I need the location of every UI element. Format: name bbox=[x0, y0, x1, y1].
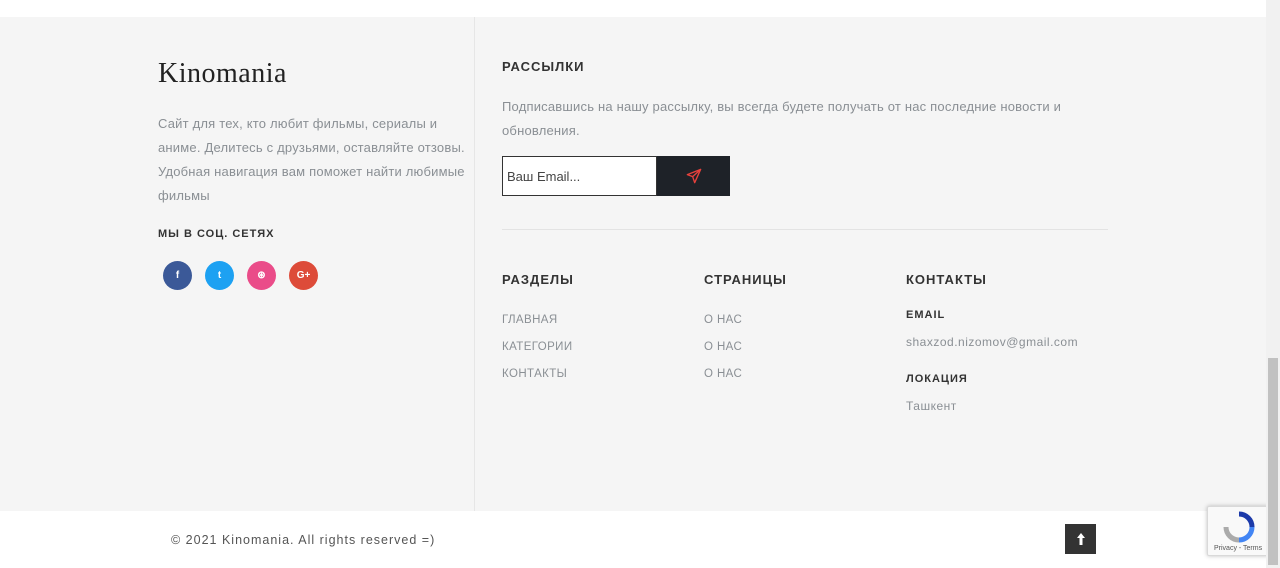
recaptcha-label[interactable]: Privacy - Terms bbox=[1214, 545, 1262, 552]
recaptcha-icon bbox=[1223, 511, 1255, 543]
contacts-location-value: Ташкент bbox=[906, 399, 957, 413]
scroll-to-top-button[interactable] bbox=[1065, 524, 1096, 554]
google-plus-icon[interactable]: G+ bbox=[289, 261, 318, 290]
pages-link-about-1[interactable]: О НАС bbox=[704, 307, 742, 334]
footer-column-divider bbox=[474, 17, 475, 511]
pages-title: СТРАНИЦЫ bbox=[704, 272, 787, 287]
pages-link-about-3[interactable]: О НАС bbox=[704, 361, 742, 388]
sections-link-categories[interactable]: КАТЕГОРИИ bbox=[502, 334, 573, 361]
paper-plane-icon bbox=[686, 168, 701, 184]
sections-link-contacts[interactable]: КОНТАКТЫ bbox=[502, 361, 573, 388]
social-title: МЫ В СОЦ. СЕТЯХ bbox=[158, 228, 275, 240]
pages-link-about-2[interactable]: О НАС bbox=[704, 334, 742, 361]
facebook-icon[interactable]: f bbox=[163, 261, 192, 290]
pages-list: О НАС О НАС О НАС bbox=[704, 307, 742, 388]
contacts-email-value[interactable]: shaxzod.nizomov@gmail.com bbox=[906, 335, 1078, 349]
recaptcha-badge[interactable]: Privacy - Terms bbox=[1207, 506, 1269, 556]
dribbble-icon[interactable]: ⊛ bbox=[247, 261, 276, 290]
copyright-text: © 2021 Kinomania. All rights reserved =) bbox=[171, 533, 436, 547]
contacts-location-label: ЛОКАЦИЯ bbox=[906, 373, 968, 385]
footer-about-text: Сайт для тех, кто любит фильмы, сериалы … bbox=[158, 116, 465, 203]
footer-brand-logo[interactable]: Kinomania bbox=[158, 58, 287, 90]
page-scrollbar[interactable] bbox=[1266, 0, 1280, 568]
sections-link-home[interactable]: ГЛАВНАЯ bbox=[502, 307, 573, 334]
newsletter-email-input[interactable] bbox=[502, 156, 657, 196]
contacts-title: КОНТАКТЫ bbox=[906, 272, 987, 287]
scrollbar-thumb[interactable] bbox=[1268, 358, 1278, 565]
arrow-up-icon bbox=[1076, 533, 1085, 545]
social-links: f t ⊛ G+ bbox=[163, 261, 318, 290]
newsletter-title: РАССЫЛКИ bbox=[502, 59, 585, 74]
top-strip bbox=[0, 0, 1266, 17]
twitter-icon[interactable]: t bbox=[205, 261, 234, 290]
newsletter-send-button[interactable] bbox=[657, 156, 730, 196]
sections-list: ГЛАВНАЯ КАТЕГОРИИ КОНТАКТЫ bbox=[502, 307, 573, 388]
newsletter-divider bbox=[502, 229, 1108, 230]
contacts-email-label: EMAIL bbox=[906, 309, 946, 321]
newsletter-text: Подписавшись на нашу рассылку, вы всегда… bbox=[502, 99, 1062, 138]
sections-title: РАЗДЕЛЫ bbox=[502, 272, 574, 287]
